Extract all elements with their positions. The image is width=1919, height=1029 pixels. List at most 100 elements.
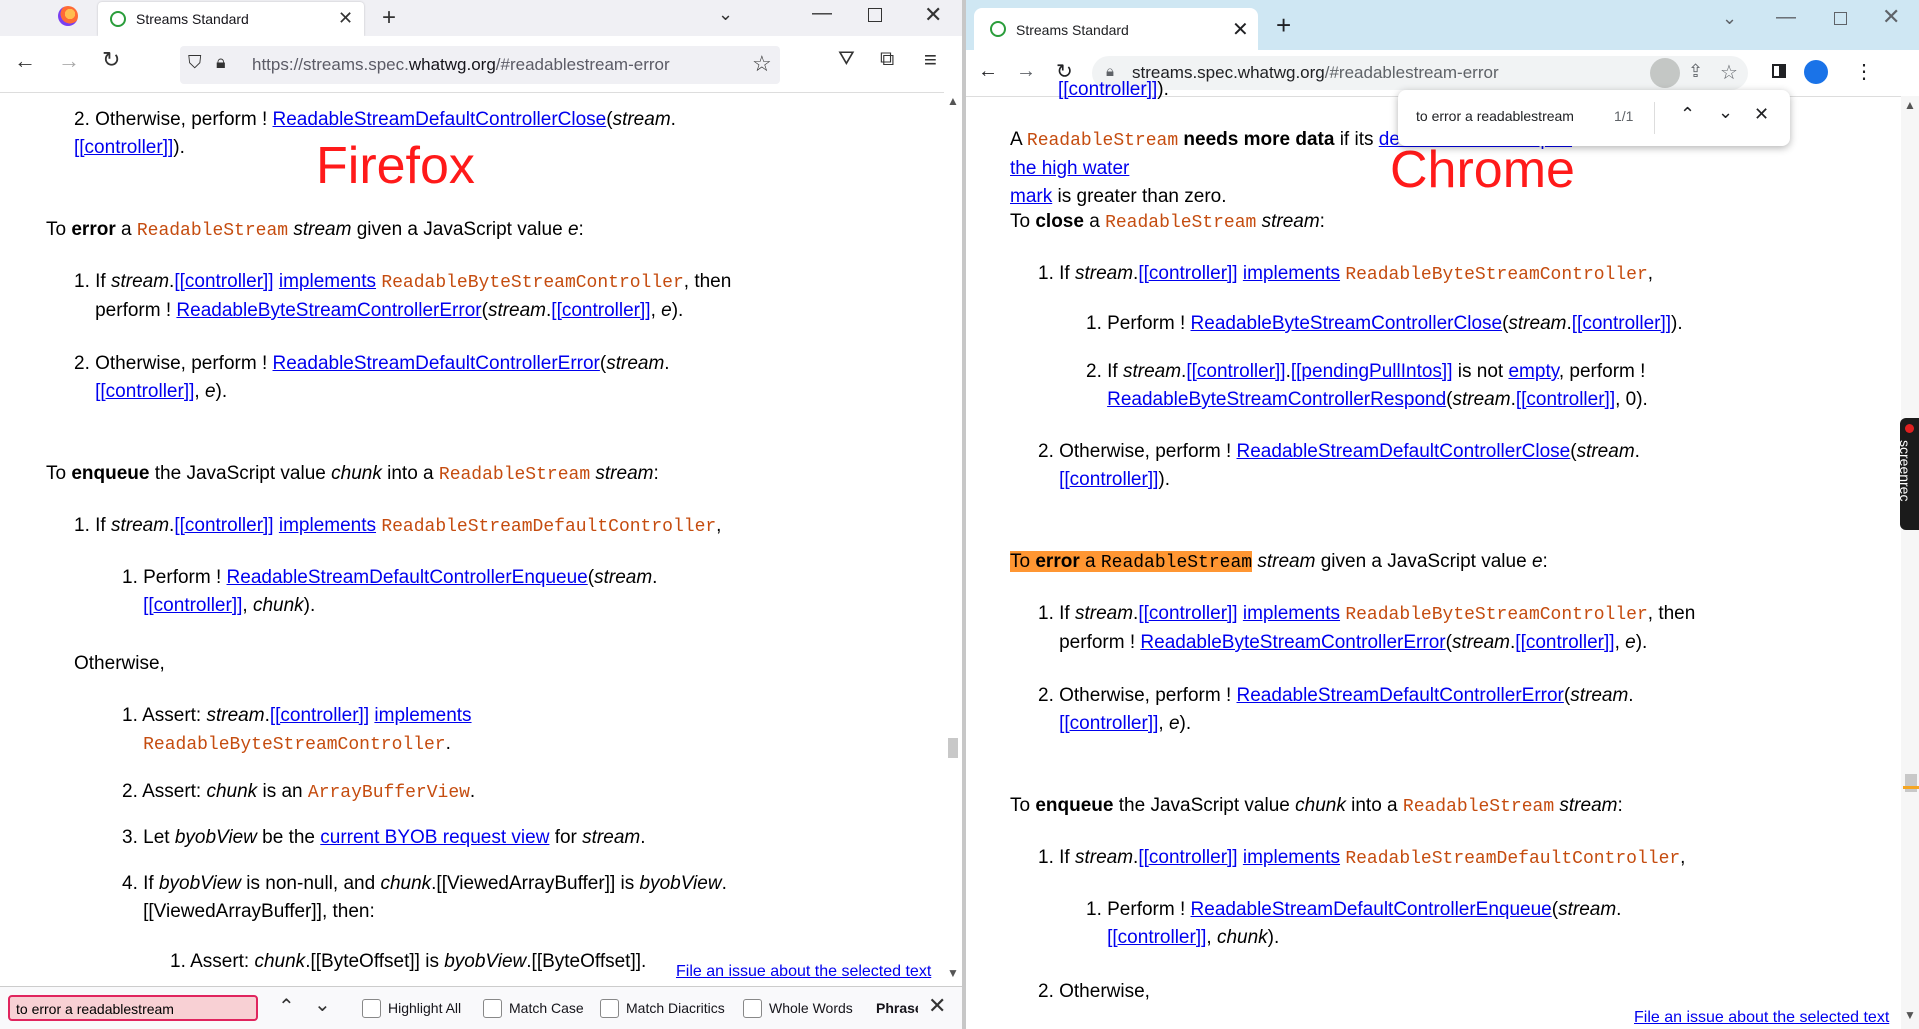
link[interactable]: implements [1243,603,1340,624]
find-input[interactable]: to error a readablestream [8,995,258,1021]
link[interactable]: [[controller]] [1138,847,1237,868]
bookmark-star-icon[interactable]: ☆ [752,51,772,77]
reload-icon[interactable]: ↻ [102,47,120,73]
extensions-icon[interactable]: ⧉ [880,48,894,71]
forward-icon[interactable]: → [1016,60,1036,83]
link[interactable]: ReadableByteStreamControllerClose [1191,313,1503,334]
link[interactable]: [[controller]] [1059,713,1158,734]
match-diacritics-checkbox[interactable] [600,999,619,1018]
link[interactable]: ReadableStreamDefaultControllerEnqueue [227,567,588,588]
link[interactable]: [[pendingPullIntos]] [1291,361,1453,382]
link[interactable]: ReadableStreamDefaultControllerError [1237,685,1564,706]
close-window-icon[interactable]: ✕ [1882,4,1900,30]
back-icon[interactable]: ← [14,48,36,74]
chrome-tab[interactable]: Streams Standard ✕ [974,8,1258,50]
find-next-icon[interactable]: ⌄ [1718,102,1733,123]
link[interactable]: ReadableStreamDefaultControllerError [273,353,600,374]
link[interactable]: empty [1508,361,1558,382]
link[interactable]: implements [279,515,376,536]
find-previous-icon[interactable]: ⌃ [1680,104,1695,125]
link[interactable]: [[controller]] [1515,632,1614,653]
link[interactable]: ReadableByteStreamControllerError [1140,632,1445,653]
list-item: 2. Assert: chunk is an ArrayBufferView. [122,781,476,803]
forward-icon[interactable]: → [58,48,80,74]
shield-icon[interactable]: ⛉ [188,52,202,73]
link[interactable]: [[controller]] [1138,603,1237,624]
find-next-icon[interactable]: ⌄ [314,992,331,1017]
link[interactable]: [[controller]] [143,595,242,616]
close-tab-icon[interactable]: ✕ [338,8,353,29]
scrollbar[interactable]: ▲ ▼ [1901,96,1919,1029]
scroll-up-icon[interactable]: ▲ [947,94,959,108]
link[interactable]: [[controller]] [551,300,650,321]
bookmark-star-icon[interactable]: ☆ [1720,60,1738,85]
find-in-page-icon[interactable] [1650,58,1680,88]
scroll-down-icon[interactable]: ▼ [1904,1008,1916,1022]
list-item: 2. Otherwise, [1038,981,1150,1002]
scroll-up-icon[interactable]: ▲ [1904,98,1916,112]
back-icon[interactable]: ← [978,60,998,83]
link[interactable]: [[controller]] [1572,313,1671,334]
omnibox[interactable]: 🔒︎ streams.spec.whatwg.org/#readablestre… [1092,56,1748,90]
find-previous-icon[interactable]: ⌃ [278,994,295,1019]
find-input[interactable]: to error a readablestream [1416,108,1574,124]
pocket-icon[interactable]: ⛛ [838,48,855,71]
scrollbar[interactable]: ▲ ▼ [944,92,962,986]
chevron-down-icon[interactable]: ⌄ [1722,8,1737,29]
avatar[interactable] [1804,60,1828,84]
list-item: 2. Otherwise, perform ! ReadableStreamDe… [1038,441,1640,490]
url-text[interactable]: streams.spec.whatwg.org/#readablestream-… [1132,63,1499,83]
side-panel-icon[interactable] [1772,64,1786,78]
match-case-checkbox[interactable] [483,999,502,1018]
link[interactable]: [[controller]] [1516,389,1615,410]
link[interactable]: ReadableByteStreamControllerError [176,300,481,321]
share-icon[interactable]: ⇪ [1688,61,1703,82]
url-bar[interactable]: ⛉ 🔒︎ https://streams.spec.whatwg.org/#re… [180,46,780,84]
url-text[interactable]: https://streams.spec.whatwg.org/#readabl… [252,55,670,75]
lock-icon[interactable]: 🔒︎ [216,52,226,73]
close-find-icon[interactable]: ✕ [1754,104,1769,125]
minimize-icon[interactable]: — [1776,6,1796,29]
link[interactable]: implements [1243,847,1340,868]
link[interactable]: [[controller]] [1138,263,1237,284]
file-issue-link[interactable]: File an issue about the selected text [1634,1004,1889,1029]
screenrec-widget[interactable]: screenrec [1897,418,1919,530]
link[interactable]: [[controller]] [74,137,173,158]
scrollbar-thumb[interactable] [948,738,958,758]
link[interactable]: [[controller]] [270,705,369,726]
link[interactable]: ReadableStreamDefaultControllerClose [273,109,607,130]
new-tab-icon[interactable]: + [382,4,396,32]
close-find-icon[interactable]: ✕ [928,993,946,1019]
link[interactable]: current BYOB request view [320,827,549,848]
close-window-icon[interactable]: ✕ [924,2,942,28]
file-issue-link[interactable]: File an issue about the selected text [676,958,931,986]
maximize-icon[interactable] [868,8,882,22]
maximize-icon[interactable] [1834,12,1847,25]
list-item: 2. Otherwise, perform ! ReadableStreamDe… [74,353,670,402]
list-item: 1. Perform ! ReadableByteStreamControlle… [1086,313,1683,334]
minimize-icon[interactable]: — [812,2,832,25]
scrollbar-thumb[interactable] [1905,774,1917,792]
close-tab-icon[interactable]: ✕ [1232,17,1249,42]
new-tab-icon[interactable]: + [1276,10,1291,41]
link[interactable]: implements [1243,263,1340,284]
firefox-menu-icon[interactable] [58,6,78,26]
highlight-all-checkbox[interactable] [362,999,381,1018]
link[interactable]: [[controller]] [1186,361,1285,382]
link[interactable]: ReadableStreamDefaultControllerClose [1237,441,1571,462]
link[interactable]: ReadableStreamDefaultControllerEnqueue [1191,899,1552,920]
link[interactable]: ReadableByteStreamControllerRespond [1107,389,1446,410]
link[interactable]: [[controller]] [1107,927,1206,948]
more-menu-icon[interactable]: ⋮ [1854,59,1874,84]
link[interactable]: [[controller]] [174,271,273,292]
link[interactable]: implements [374,705,471,726]
scroll-down-icon[interactable]: ▼ [947,966,959,980]
link[interactable]: [[controller]] [1059,469,1158,490]
link[interactable]: implements [279,271,376,292]
whole-words-checkbox[interactable] [743,999,762,1018]
firefox-tab[interactable]: Streams Standard ✕ [98,2,364,36]
menu-icon[interactable]: ≡ [924,47,937,73]
chevron-down-icon[interactable]: ⌄ [718,4,733,25]
link[interactable]: [[controller]] [174,515,273,536]
link[interactable]: [[controller]] [95,381,194,402]
